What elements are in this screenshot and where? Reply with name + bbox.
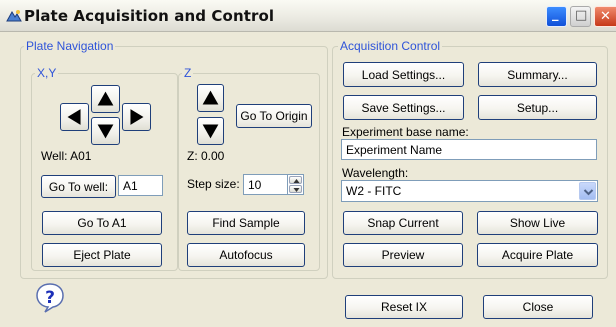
spinner-down-button[interactable] <box>289 185 302 193</box>
window-title: Plate Acquisition and Control <box>24 7 275 25</box>
close-window-button[interactable]: ✕ <box>594 6 616 27</box>
arrow-up-icon <box>202 90 219 105</box>
z-up-button[interactable] <box>197 84 224 112</box>
xy-group-title: X,Y <box>35 66 59 80</box>
summary-button[interactable]: Summary... <box>478 62 597 87</box>
z-down-button[interactable] <box>197 117 224 145</box>
save-settings-button[interactable]: Save Settings... <box>343 95 464 120</box>
minimize-icon: _ <box>552 7 559 22</box>
preview-button[interactable]: Preview <box>343 243 463 267</box>
well-input[interactable] <box>118 175 163 196</box>
go-to-well-button[interactable]: Go To well: <box>41 175 116 198</box>
reset-ix-button[interactable]: Reset IX <box>345 295 463 319</box>
snap-current-button[interactable]: Snap Current <box>343 211 463 235</box>
experiment-base-name-input[interactable] <box>341 139 597 160</box>
arrow-down-icon <box>202 124 219 139</box>
maximize-button[interactable]: □ <box>570 6 591 27</box>
find-sample-button[interactable]: Find Sample <box>187 211 305 235</box>
eject-plate-button[interactable]: Eject Plate <box>42 243 162 267</box>
wavelength-select[interactable]: W2 - FITC <box>341 180 598 202</box>
chevron-down-icon <box>293 188 300 192</box>
show-live-button[interactable]: Show Live <box>477 211 598 235</box>
close-button[interactable]: Close <box>483 295 593 319</box>
arrow-right-icon <box>130 109 144 125</box>
plate-navigation-title: Plate Navigation <box>24 39 116 53</box>
step-size-input[interactable] <box>243 174 288 195</box>
acquisition-control-title: Acquisition Control <box>338 39 443 53</box>
title-bar[interactable]: Plate Acquisition and Control _ □ ✕ <box>0 0 616 32</box>
acquire-plate-button[interactable]: Acquire Plate <box>477 243 598 267</box>
wavelength-dropdown-button[interactable] <box>579 182 596 200</box>
wavelength-selected-value: W2 - FITC <box>346 184 402 198</box>
well-readout: Well: A01 <box>41 149 92 163</box>
plate-acquisition-window: Plate Acquisition and Control _ □ ✕ Plat… <box>0 0 616 327</box>
chevron-up-icon <box>293 179 300 183</box>
z-readout: Z: 0.00 <box>187 149 225 163</box>
go-to-a1-button[interactable]: Go To A1 <box>42 211 162 235</box>
spinner-up-button[interactable] <box>289 176 302 184</box>
minimize-button[interactable]: _ <box>546 6 567 27</box>
setup-button[interactable]: Setup... <box>478 95 597 120</box>
help-icon[interactable]: ? <box>34 282 66 314</box>
z-group-title: Z <box>182 66 194 80</box>
move-left-button[interactable] <box>60 103 89 131</box>
wavelength-label: Wavelength: <box>342 166 409 180</box>
chevron-down-icon <box>583 189 594 196</box>
move-up-button[interactable] <box>91 85 120 113</box>
autofocus-button[interactable]: Autofocus <box>187 243 305 267</box>
load-settings-button[interactable]: Load Settings... <box>343 62 464 87</box>
move-right-button[interactable] <box>122 103 151 131</box>
arrow-left-icon <box>67 109 81 125</box>
svg-text:?: ? <box>45 288 55 308</box>
step-size-label: Step size: <box>187 177 240 191</box>
step-size-spinner[interactable] <box>287 174 304 195</box>
move-down-button[interactable] <box>91 117 120 145</box>
go-to-origin-button[interactable]: Go To Origin <box>236 104 312 128</box>
app-icon <box>6 10 22 22</box>
arrow-up-icon <box>97 91 114 106</box>
experiment-base-name-label: Experiment base name: <box>342 125 469 139</box>
arrow-down-icon <box>97 124 114 139</box>
close-icon: ✕ <box>600 9 611 24</box>
maximize-icon: □ <box>575 8 588 23</box>
